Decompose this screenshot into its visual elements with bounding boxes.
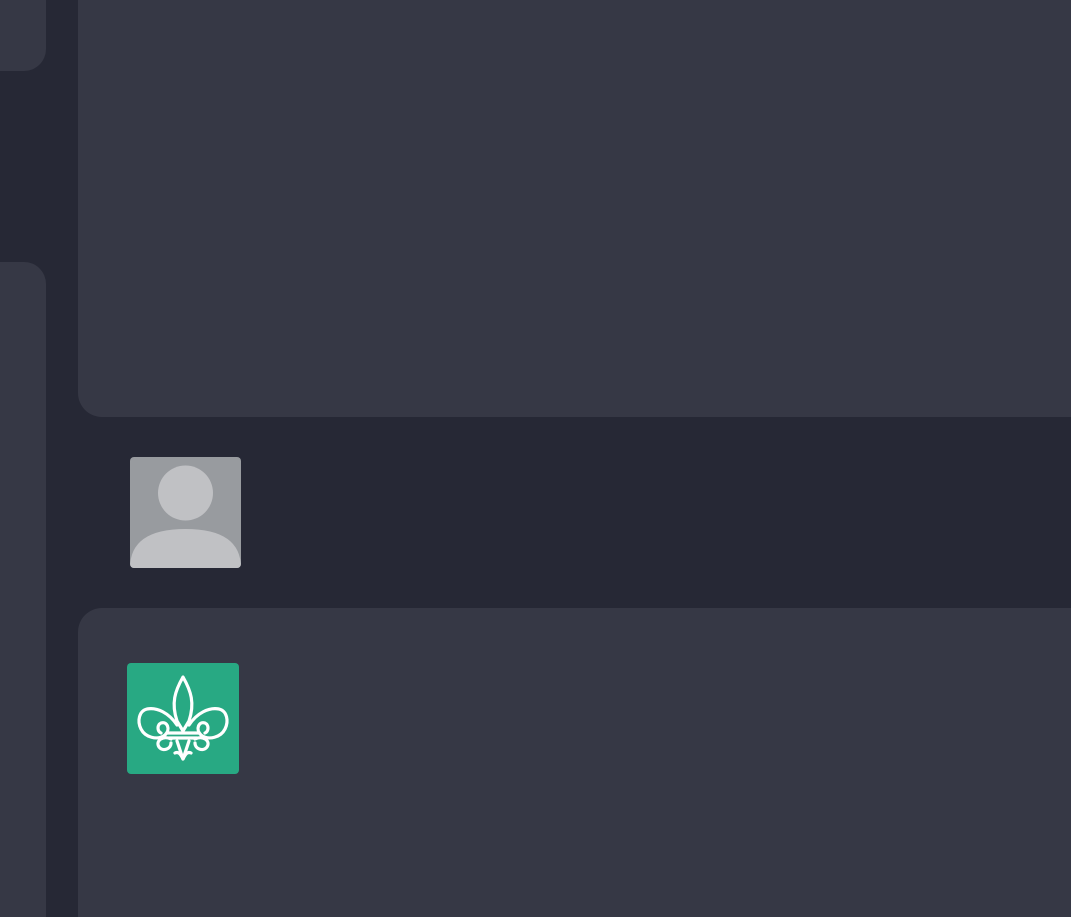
left-panel-bottom [0, 262, 46, 917]
fleur-de-lis-icon [127, 663, 239, 774]
left-panel-top [0, 0, 46, 71]
user-avatar[interactable] [130, 457, 241, 568]
brand-avatar[interactable] [127, 663, 239, 774]
post-card-top [78, 0, 1071, 417]
default-user-silhouette-icon [130, 465, 241, 568]
